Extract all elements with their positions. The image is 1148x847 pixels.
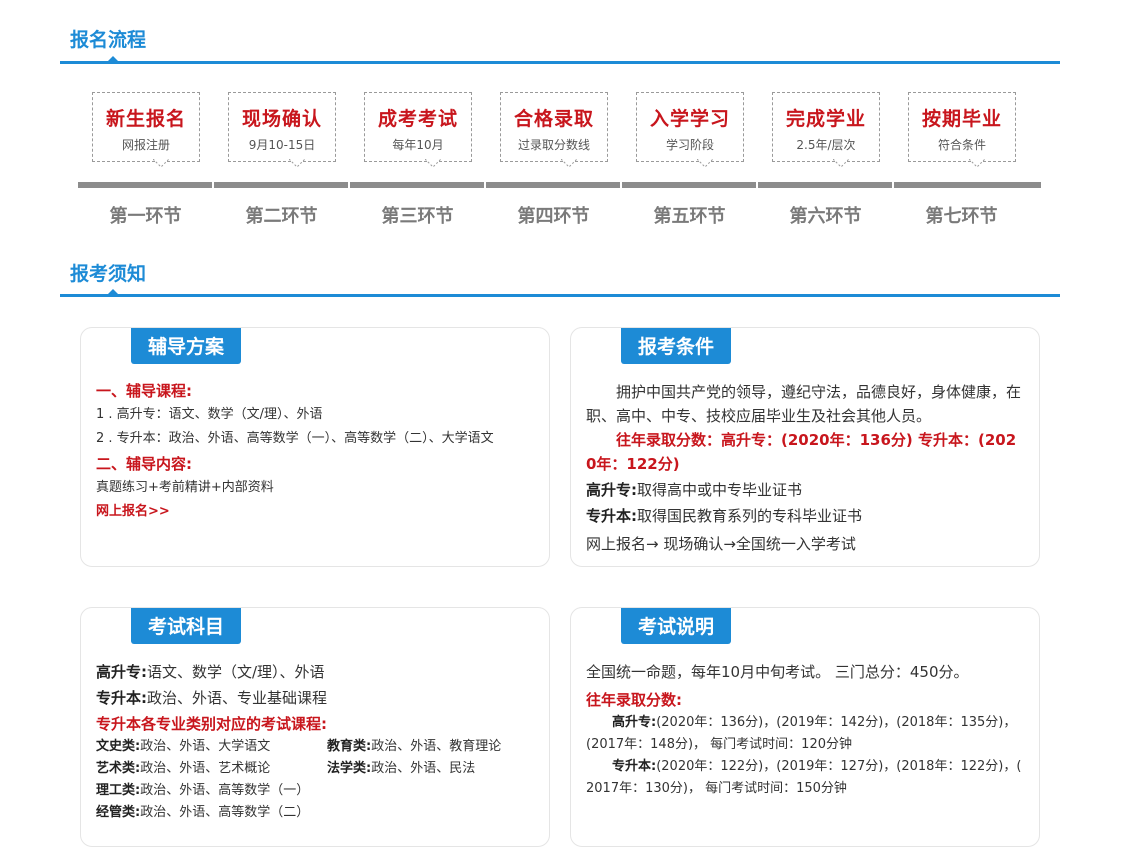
zsb-text: 取得国民教育系列的专科毕业证书: [637, 507, 863, 525]
step-1: 新生报名 网报注册 第一环节: [78, 90, 213, 230]
step-title: 成考考试: [377, 108, 458, 130]
step-bar: [758, 182, 892, 188]
subject-item: 法学类:政治、外语、民法: [327, 761, 476, 776]
step-title: 完成学业: [785, 108, 866, 130]
step-label: 第一环节: [109, 206, 182, 227]
subject-item: 经管类:政治、外语、高等数学（二）: [96, 805, 310, 820]
step-card: 新生报名 网报注册: [92, 92, 200, 162]
step-subtitle: 学习阶段: [665, 138, 714, 152]
card-body: 拥护中国共产党的领导，遵纪守法，品德良好，身体健康，在职、高中、中专、技校应届毕…: [586, 380, 1024, 556]
step-title: 现场确认: [241, 108, 322, 130]
step-bar: [78, 182, 212, 188]
card-tab-subjects: 考试科目: [131, 608, 241, 644]
subject-item: [327, 780, 527, 802]
step-subtitle: 9月10-15日: [248, 138, 316, 152]
step-subtitle: 网报注册: [121, 138, 170, 152]
step-3: 成考考试 每年10月 第三环节: [350, 90, 485, 230]
step-label: 第二环节: [245, 206, 318, 227]
process-steps: 新生报名 网报注册 第一环节 现场确认 9月10-15日 第二环节 成考考试 每…: [78, 90, 1041, 230]
step-6: 完成学业 2.5年/层次 第六环节: [758, 90, 893, 230]
step-card: 按期毕业 符合条件: [908, 92, 1016, 162]
step-title: 按期毕业: [921, 108, 1002, 130]
step-card: 入学学习 学习阶段: [636, 92, 744, 162]
zsb-label: 专升本:: [612, 759, 657, 774]
step-title: 入学学习: [649, 108, 730, 130]
step-label: 第三环节: [381, 206, 454, 227]
step-label: 第四环节: [517, 206, 590, 227]
step-subtitle: 符合条件: [937, 138, 986, 152]
section-title-exam-notice: 报考须知: [70, 263, 147, 285]
card-tab-eligibility: 报考条件: [621, 328, 731, 364]
online-register-link[interactable]: 网上报名>>: [96, 504, 170, 519]
speech-tail-icon: [833, 159, 849, 168]
zsb-text: 政治、外语、专业基础课程: [147, 689, 328, 707]
gsz-text: 语文、数学（文/理）、外语: [147, 663, 325, 681]
step-title: 新生报名: [105, 108, 186, 130]
gsz-label: 高升专:: [612, 715, 657, 730]
section-title-registration-process: 报名流程: [70, 29, 147, 51]
card-body: 一、辅导课程: 1 . 高升专：语文、数学（文/理）、外语 2 . 专升本：政治…: [96, 380, 534, 519]
step-5: 入学学习 学习阶段 第五环节: [622, 90, 757, 230]
step-bar: [486, 182, 620, 188]
step-subtitle: 2.5年/层次: [796, 138, 856, 152]
step-7: 按期毕业 符合条件 第七环节: [894, 90, 1041, 230]
step-card: 完成学业 2.5年/层次: [772, 92, 880, 162]
course-heading: 一、辅导课程:: [96, 382, 192, 400]
speech-tail-icon: [153, 159, 169, 168]
card-eligibility: 报考条件 拥护中国共产党的领导，遵纪守法，品德良好，身体健康，在职、高中、中专、…: [570, 327, 1040, 567]
card-exam-subjects: 考试科目 高升专:语文、数学（文/理）、外语 专升本:政治、外语、专业基础课程 …: [80, 607, 550, 847]
speech-tail-icon: [697, 159, 713, 168]
step-card: 合格录取 过录取分数线: [500, 92, 608, 162]
gsz-label: 高升专:: [96, 663, 147, 681]
card-body: 高升专:语文、数学（文/理）、外语 专升本:政治、外语、专业基础课程 专升本各专…: [96, 660, 534, 824]
zsb-label: 专升本:: [586, 507, 637, 525]
gsz-label: 高升专:: [586, 481, 637, 499]
step-4: 合格录取 过录取分数线 第四环节: [486, 90, 621, 230]
content-heading: 二、辅导内容:: [96, 455, 192, 473]
speech-tail-icon: [425, 159, 441, 168]
subject-item: 艺术类:政治、外语、艺术概论: [96, 761, 271, 776]
step-bar: [622, 182, 756, 188]
step-card: 现场确认 9月10-15日: [228, 92, 336, 162]
step-title: 合格录取: [513, 108, 594, 130]
content-text: 真题练习+考前精讲+内部资料: [96, 480, 274, 495]
card-tab-tutoring: 辅导方案: [131, 328, 241, 364]
gsz-text: 取得高中或中专毕业证书: [637, 481, 803, 499]
section-divider: [60, 294, 1060, 297]
step-label: 第七环节: [925, 206, 998, 227]
step-2: 现场确认 9月10-15日 第二环节: [214, 90, 349, 230]
subject-item: 教育类:政治、外语、教育理论: [327, 739, 502, 754]
speech-tail-icon: [969, 159, 985, 168]
score-line: 往年录取分数：高升专：(2020年：136分) 专升本：(2020年：122分): [586, 431, 1017, 473]
card-tab-exam-info: 考试说明: [621, 608, 731, 644]
course-line-2: 2 . 专升本：政治、外语、高等数学（一）、高等数学（二）、大学语文: [96, 431, 494, 446]
course-line-1: 1 . 高升专：语文、数学（文/理）、外语: [96, 407, 323, 422]
step-bar: [214, 182, 348, 188]
speech-tail-icon: [561, 159, 577, 168]
subjects-heading: 专升本各专业类别对应的考试课程:: [96, 715, 328, 733]
registration-flow: 网上报名→ 现场确认→全国统一入学考试: [586, 535, 856, 553]
card-body: 全国统一命题，每年10月中旬考试。 三门总分：450分。 往年录取分数: 高升专…: [586, 660, 1024, 800]
step-bar: [894, 182, 1041, 188]
step-label: 第五环节: [653, 206, 726, 227]
step-subtitle: 过录取分数线: [517, 138, 590, 152]
exam-overview: 全国统一命题，每年10月中旬考试。 三门总分：450分。: [586, 663, 969, 681]
step-label: 第六环节: [789, 206, 862, 227]
speech-tail-icon: [289, 159, 305, 168]
subject-item: 理工类:政治、外语、高等数学（一）: [96, 783, 310, 798]
card-tutoring-plan: 辅导方案 一、辅导课程: 1 . 高升专：语文、数学（文/理）、外语 2 . 专…: [80, 327, 550, 567]
step-bar: [350, 182, 484, 188]
step-subtitle: 每年10月: [392, 138, 444, 152]
card-exam-info: 考试说明 全国统一命题，每年10月中旬考试。 三门总分：450分。 往年录取分数…: [570, 607, 1040, 847]
section-divider: [60, 61, 1060, 64]
step-card: 成考考试 每年10月: [364, 92, 472, 162]
eligibility-paragraph: 拥护中国共产党的领导，遵纪守法，品德良好，身体健康，在职、高中、中专、技校应届毕…: [586, 383, 1022, 425]
subjects-grid: 文史类:政治、外语、大学语文 教育类:政治、外语、教育理论 艺术类:政治、外语、…: [96, 736, 534, 824]
score-heading: 往年录取分数:: [586, 691, 682, 709]
zsb-label: 专升本:: [96, 689, 147, 707]
subject-item: 文史类:政治、外语、大学语文: [96, 739, 271, 754]
